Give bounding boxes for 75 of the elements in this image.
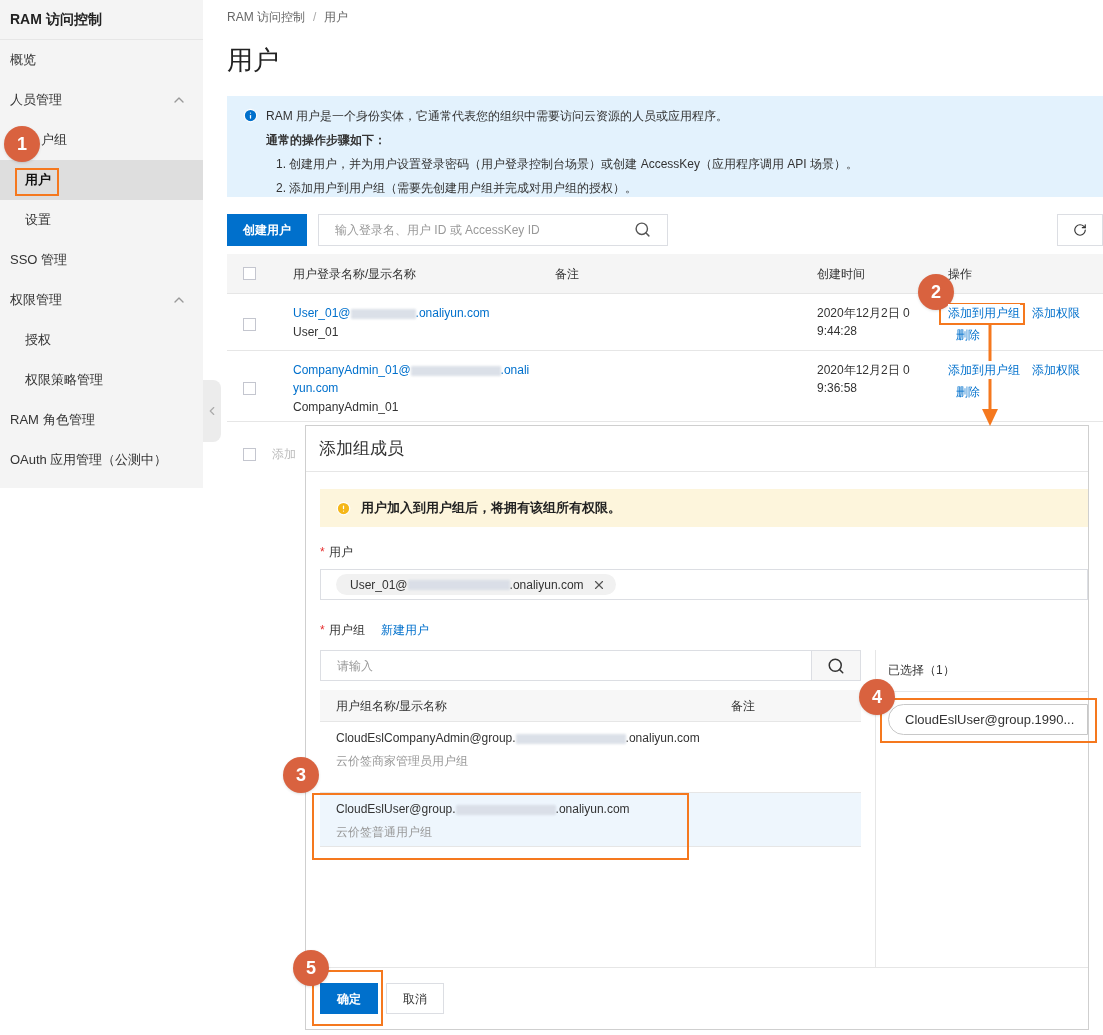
search-icon — [634, 221, 651, 238]
created-time: 2020年12月2日 09:36:58 — [817, 362, 911, 397]
add-permission-link[interactable]: 添加权限 — [1032, 304, 1080, 322]
group-display-name: 云价签普通用户组 — [336, 824, 433, 841]
column-header: 用户登录名称/显示名称 — [293, 265, 418, 283]
group-name-suffix: .onaliyun.com — [625, 731, 700, 745]
confirm-button[interactable]: 确定 — [320, 983, 378, 1014]
selected-count: 已选择（1） — [888, 663, 955, 677]
add-to-group-link[interactable]: 添加到用户组 — [948, 361, 1020, 379]
warning-text: 用户加入到用户组后，将拥有该组所有权限。 — [361, 499, 621, 518]
sidebar-section[interactable]: 人员管理 — [0, 80, 203, 120]
column-header: 创建时间 — [817, 265, 866, 283]
group-name-suffix: .onaliyun.com — [555, 802, 630, 816]
user-select-field[interactable]: User_01@ .onaliyun.com — [320, 569, 1088, 600]
notice-heading: 通常的操作步骤如下： — [266, 132, 387, 149]
checkbox[interactable] — [243, 317, 256, 331]
selected-group-tag[interactable]: CloudEslUser@group.1990... — [888, 704, 1088, 735]
page-title: 用户 — [227, 44, 279, 77]
dialog-title: 添加组成员 — [319, 437, 404, 460]
user-tag-prefix: User_01@ — [350, 576, 408, 594]
sidebar-item[interactable]: 设置 — [25, 210, 51, 230]
created-time: 2020年12月2日 09:44:28 — [817, 305, 911, 340]
group-name-prefix: CloudEslUser@group. — [336, 802, 456, 816]
cancel-button[interactable]: 取消 — [386, 983, 444, 1014]
sidebar-item[interactable]: 授权 — [25, 330, 51, 350]
sidebar-item[interactable]: 概览 — [10, 50, 36, 70]
column-header: 备注 — [555, 265, 580, 283]
group-row[interactable]: CloudEslUser@group. .onaliyun.com 云价签普通用户组 — [320, 793, 861, 847]
notice-text: RAM 用户是一个身份实体，它通常代表您的组织中需要访问云资源的人员或应用程序。 — [266, 108, 729, 125]
user-login-link[interactable]: CompanyAdmin_01@ .onaliyun.com — [293, 361, 535, 397]
breadcrumb-link[interactable]: RAM 访问控制 — [227, 8, 305, 26]
user-login-link[interactable]: User_01@ .onaliyun.com — [293, 304, 535, 322]
required-mark: * — [320, 544, 325, 561]
warning-icon — [336, 500, 351, 516]
sidebar-item[interactable]: RAM 角色管理 — [10, 410, 95, 430]
new-user-link[interactable]: 新建用户 — [380, 621, 429, 639]
group-name-prefix: CloudEslCompanyAdmin@group. — [336, 731, 516, 745]
highlight-frame — [15, 168, 59, 196]
display-name: CompanyAdmin_01 — [293, 399, 400, 416]
collapse-handle[interactable] — [203, 380, 221, 442]
refresh-button[interactable] — [1057, 213, 1103, 246]
step-badge: 5 — [293, 950, 329, 986]
refresh-icon — [1073, 222, 1087, 237]
sidebar-item[interactable]: 权限策略管理 — [25, 370, 103, 390]
create-user-button[interactable]: 创建用户 — [227, 213, 307, 246]
delete-link[interactable]: 删除 — [956, 383, 980, 401]
info-icon — [243, 108, 258, 123]
sidebar-item[interactable]: SSO 管理 — [10, 250, 68, 270]
user-label: 用户 — [328, 544, 353, 561]
checkbox[interactable] — [243, 382, 256, 395]
user-tag-suffix: .onaliyun.com — [509, 576, 584, 594]
notice-step: 1. 创建用户，并为用户设置登录密码（用户登录控制台场景）或创建 AccessKey（应用程序调用 API 场景）。 — [266, 155, 859, 173]
sidebar-section[interactable]: 权限管理 — [0, 280, 203, 320]
group-label: 用户组 — [328, 622, 365, 639]
delete-link[interactable]: 删除 — [956, 326, 980, 344]
redaction-mark — [350, 308, 416, 319]
sidebar-item[interactable]: 户组 — [41, 130, 67, 150]
sidebar-title: RAM 访问控制 — [10, 10, 102, 29]
sidebar-item[interactable]: 用户 — [25, 170, 51, 190]
required-mark: * — [320, 622, 325, 639]
checkbox[interactable] — [243, 447, 256, 461]
notice-step: 2. 添加用户到用户组（需要先创建用户组并完成对用户组的授权）。 — [266, 179, 859, 197]
column-header: 用户组名称/显示名称 — [336, 697, 449, 715]
add-permission-link[interactable]: 添加权限 — [1032, 361, 1080, 379]
group-display-name: 云价签商家管理员用户组 — [336, 753, 469, 770]
breadcrumb-separator: / — [313, 9, 317, 26]
breadcrumb-current: 用户 — [324, 9, 349, 26]
column-header: 备注 — [731, 697, 756, 715]
checkbox[interactable] — [243, 267, 256, 280]
add-to-group-link[interactable]: 添加到用户组 — [948, 304, 1020, 322]
search-button[interactable] — [812, 650, 861, 681]
step-badge: 3 — [283, 757, 319, 793]
search-icon — [827, 656, 845, 675]
sidebar-item[interactable]: OAuth 应用管理（公测中） — [10, 450, 168, 470]
display-name: User_01 — [293, 324, 340, 341]
